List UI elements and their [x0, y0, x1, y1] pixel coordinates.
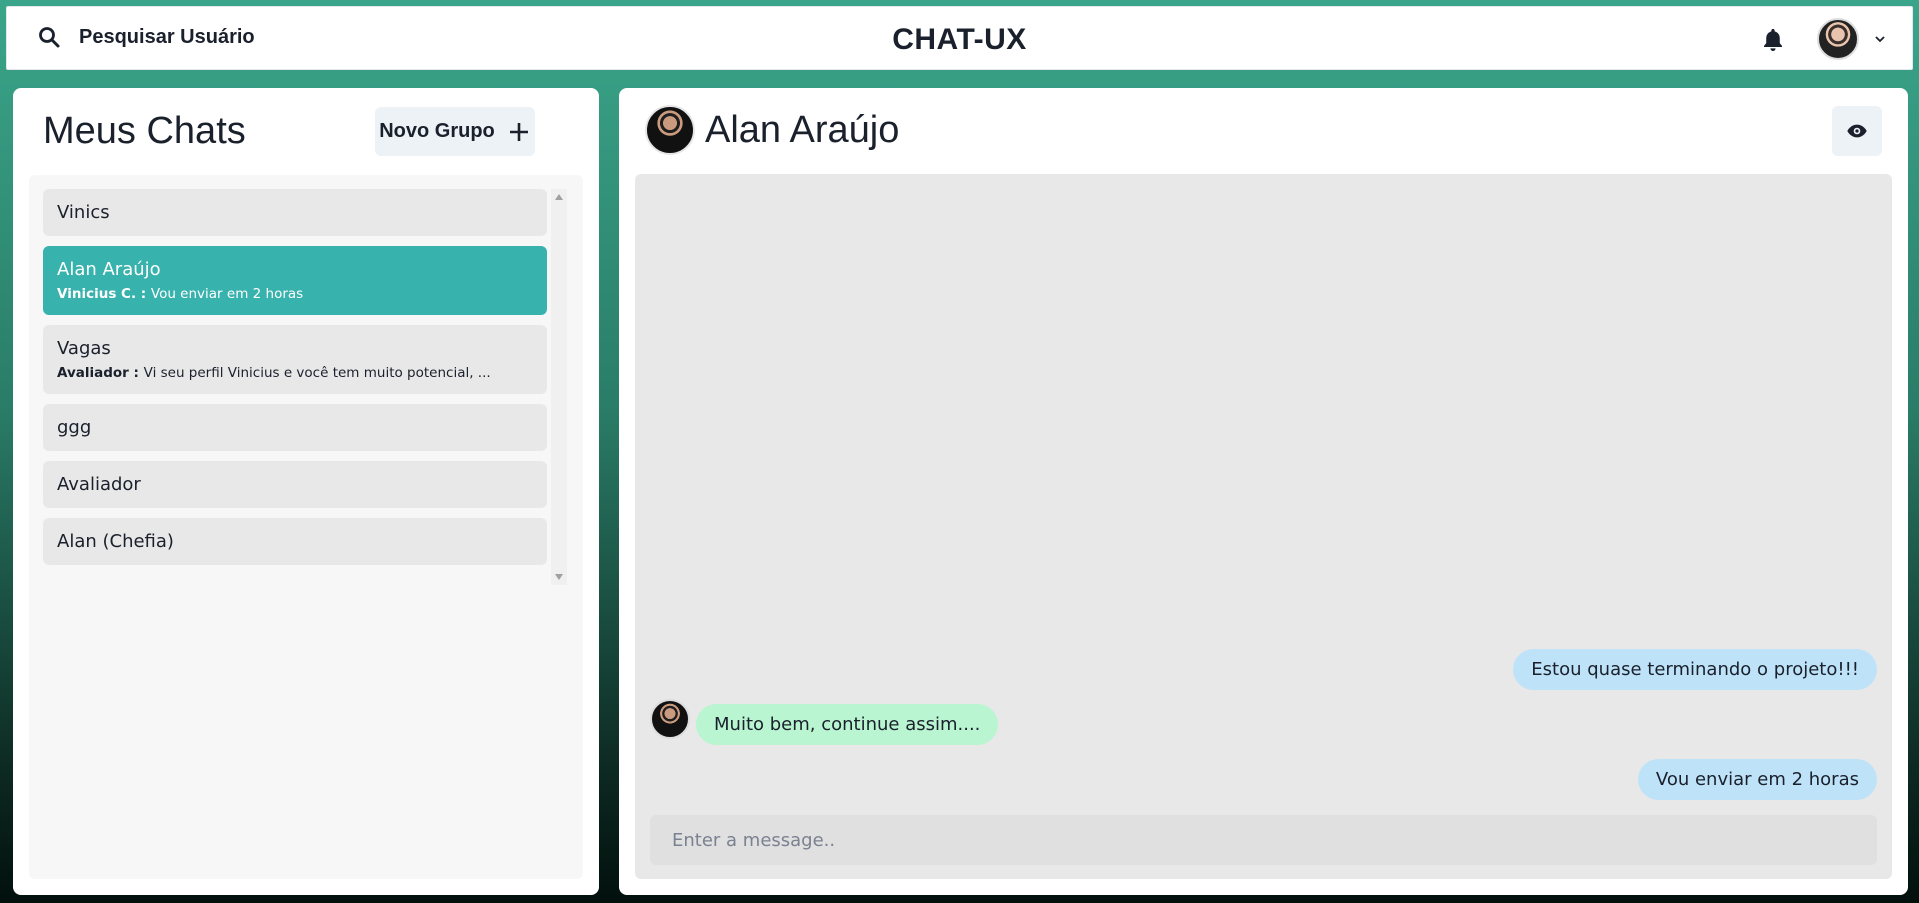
- conversation-panel: Alan Araújo Estou quase terminando o pro…: [619, 88, 1908, 895]
- chat-item-sender: Avaliador :: [57, 365, 144, 381]
- my-chats-panel: Meus Chats Novo Grupo Vinics Alan Araújo…: [13, 88, 599, 895]
- message-input[interactable]: [650, 815, 1877, 865]
- chat-item-ggg[interactable]: ggg: [43, 404, 547, 451]
- messages-area: Estou quase terminando o projeto!!! Muit…: [635, 174, 1892, 879]
- scroll-up-arrow-icon[interactable]: [555, 194, 563, 200]
- chat-item-name: Avaliador: [57, 474, 141, 495]
- contact-name: Alan Araújo: [705, 109, 900, 151]
- profile-menu-button[interactable]: [1817, 18, 1887, 60]
- scroll-down-arrow-icon[interactable]: [555, 574, 563, 580]
- eye-icon: [1847, 124, 1867, 138]
- chat-item-avaliador[interactable]: Avaliador: [43, 461, 547, 508]
- message-bubble-sent: Estou quase terminando o projeto!!!: [1513, 649, 1877, 690]
- my-chats-title: Meus Chats: [43, 110, 246, 152]
- avatar: [1817, 18, 1859, 60]
- top-bar: Pesquisar Usuário CHAT-UX: [6, 6, 1913, 70]
- plus-icon: [509, 122, 528, 141]
- message-bubble-sent: Vou enviar em 2 horas: [1637, 759, 1877, 800]
- chat-item-name: Vinics: [57, 202, 110, 223]
- bell-icon[interactable]: [1759, 26, 1787, 54]
- chat-list-container: Vinics Alan Araújo Vinicius C. : Vou env…: [29, 175, 583, 879]
- chat-item-last-message: Vi seu perfil Vinicius e você tem muito …: [143, 365, 491, 381]
- sender-avatar: [650, 699, 690, 739]
- chat-list-scrollbar[interactable]: [551, 189, 567, 585]
- chat-item-sender: Vinicius C. :: [57, 286, 151, 302]
- app-title: CHAT-UX: [892, 23, 1027, 56]
- chat-item-name: Alan (Chefia): [57, 531, 174, 552]
- chat-list[interactable]: Vinics Alan Araújo Vinicius C. : Vou env…: [43, 189, 547, 585]
- chevron-down-icon: [1875, 36, 1885, 43]
- chat-item-vagas[interactable]: Vagas Avaliador : Vi seu perfil Vinicius…: [43, 325, 547, 394]
- view-profile-button[interactable]: [1832, 106, 1882, 156]
- chat-item-last-message: Vou enviar em 2 horas: [150, 286, 304, 302]
- chat-item-name: ggg: [57, 417, 92, 438]
- contact-avatar: [645, 105, 695, 155]
- chat-item-vinics[interactable]: Vinics: [43, 189, 547, 236]
- chat-item-name: Alan Araújo: [57, 259, 161, 280]
- chat-item-alan-chefia[interactable]: Alan (Chefia): [43, 518, 547, 565]
- chat-item-alan-araujo[interactable]: Alan Araújo Vinicius C. : Vou enviar em …: [43, 246, 547, 315]
- message-bubble-received: Muito bem, continue assim....: [696, 704, 999, 745]
- new-group-label: Novo Grupo: [379, 120, 495, 142]
- chat-item-preview: Vinicius C. : Vou enviar em 2 horas: [57, 286, 533, 302]
- chat-item-name: Vagas: [57, 338, 111, 359]
- new-group-button[interactable]: Novo Grupo: [375, 107, 535, 156]
- chat-item-preview: Avaliador : Vi seu perfil Vinicius e voc…: [57, 365, 533, 381]
